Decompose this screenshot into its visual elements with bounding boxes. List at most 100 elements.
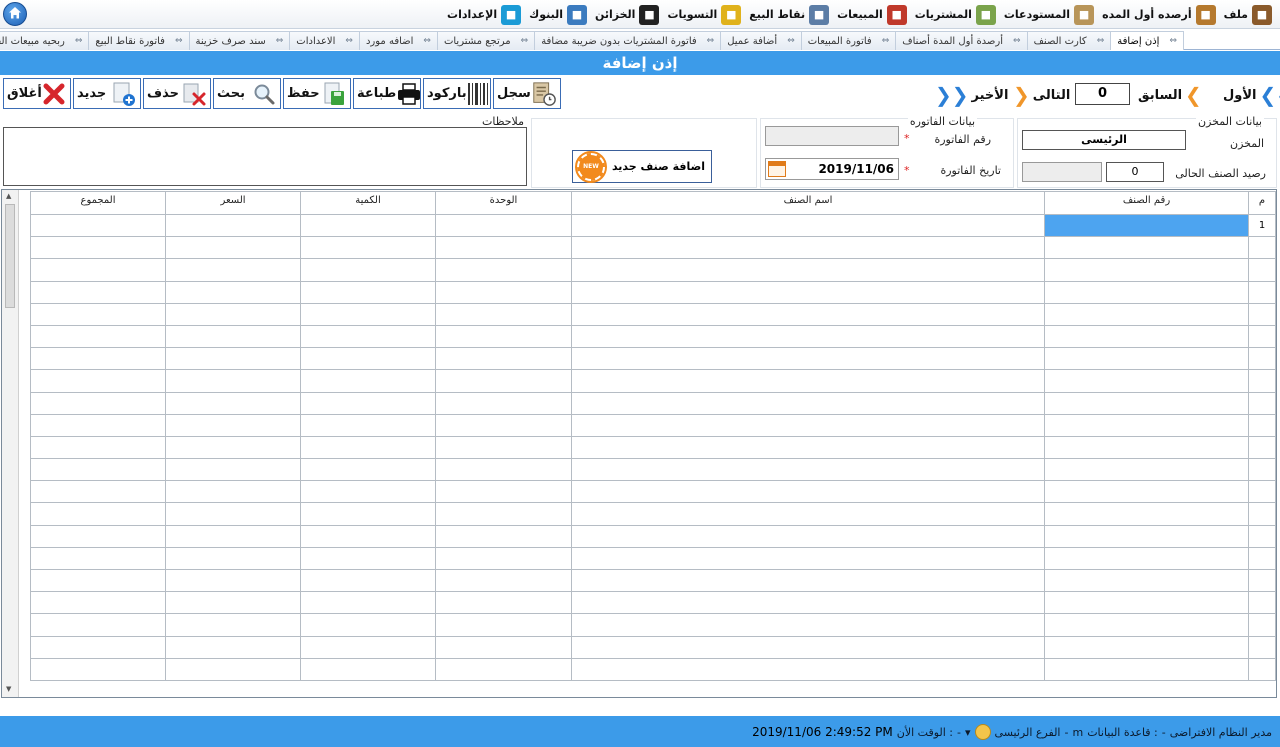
table-cell[interactable]: [435, 258, 572, 282]
row-number-cell[interactable]: [1248, 324, 1276, 349]
table-cell[interactable]: [1044, 236, 1249, 260]
menu-item-0[interactable]: ■ ملف: [1224, 4, 1272, 25]
tab-pin-icon[interactable]: ⇔: [1169, 36, 1177, 46]
table-cell[interactable]: [300, 369, 436, 393]
tab-pin-icon[interactable]: ⇔: [175, 36, 183, 46]
tab-8[interactable]: ⇔ الاعدادات: [289, 31, 360, 50]
row-number-cell[interactable]: 1: [1248, 213, 1276, 238]
table-row[interactable]: [30, 280, 1276, 304]
table-row[interactable]: 1: [30, 213, 1276, 238]
table-cell[interactable]: [165, 635, 301, 659]
row-number-cell[interactable]: [1248, 613, 1276, 637]
table-cell[interactable]: [571, 458, 1045, 482]
row-number-cell[interactable]: [1248, 657, 1276, 681]
table-cell[interactable]: [300, 657, 436, 681]
table-cell[interactable]: [571, 657, 1045, 681]
table-cell[interactable]: [435, 369, 572, 393]
table-cell[interactable]: [1044, 302, 1249, 326]
tab-pin-icon[interactable]: ⇔: [707, 36, 715, 46]
table-cell[interactable]: [571, 302, 1045, 326]
tab-9[interactable]: ⇔ سند صرف خزينة: [188, 31, 291, 50]
scroll-down-icon[interactable]: ▼: [6, 685, 11, 693]
nav-last-button[interactable]: ❯❯ الأخير: [935, 81, 1008, 109]
table-cell[interactable]: [571, 280, 1045, 304]
table-cell[interactable]: [30, 524, 166, 548]
table-row[interactable]: [30, 502, 1276, 526]
add-new-item-button[interactable]: NEW اضافة صنف جديد: [572, 150, 712, 183]
column-header[interactable]: الوحدة: [435, 191, 572, 215]
nav-first-button[interactable]: الأول ❮❮: [1223, 81, 1280, 109]
table-row[interactable]: [30, 657, 1276, 681]
tab-4[interactable]: ⇔ أضافة عميل: [720, 31, 802, 50]
table-row[interactable]: [30, 347, 1276, 371]
table-cell[interactable]: [165, 591, 301, 615]
table-cell[interactable]: [30, 635, 166, 659]
tab-3[interactable]: ⇔ فاتورة المبيعات: [800, 31, 897, 50]
row-number-cell[interactable]: [1248, 391, 1276, 415]
table-cell[interactable]: [30, 458, 166, 482]
table-cell[interactable]: [300, 302, 436, 326]
column-header[interactable]: رقم الصنف: [1044, 191, 1249, 215]
invoice-number-field[interactable]: [765, 126, 899, 146]
tab-pin-icon[interactable]: ⇔: [521, 36, 529, 46]
log-button[interactable]: سجل: [493, 78, 561, 109]
table-cell[interactable]: [30, 613, 166, 637]
tab-5[interactable]: ⇔ فاتورة المشتريات بدون ضريبة مضافة: [534, 31, 722, 50]
table-cell[interactable]: [571, 369, 1045, 393]
tab-6[interactable]: ⇔ مرتجع مشتريات: [436, 31, 536, 50]
table-cell[interactable]: [300, 391, 436, 415]
table-cell[interactable]: [1044, 546, 1249, 571]
table-cell[interactable]: [300, 502, 436, 526]
table-cell[interactable]: [435, 435, 572, 460]
table-cell[interactable]: [165, 258, 301, 282]
table-cell[interactable]: [300, 280, 436, 304]
table-cell[interactable]: [571, 324, 1045, 349]
table-cell[interactable]: [300, 480, 436, 504]
column-header[interactable]: م: [1248, 191, 1276, 215]
table-row[interactable]: [30, 391, 1276, 415]
table-cell[interactable]: [571, 591, 1045, 615]
user-avatar-icon[interactable]: [974, 724, 991, 740]
table-cell[interactable]: [300, 324, 436, 349]
table-cell[interactable]: [300, 435, 436, 460]
menu-item-4[interactable]: ■ المبيعات: [837, 4, 907, 25]
table-cell[interactable]: [300, 591, 436, 615]
nav-prev-button[interactable]: السابق ❮: [1138, 81, 1202, 109]
menu-item-9[interactable]: ■ الإعدادات: [447, 4, 522, 25]
table-cell[interactable]: [165, 213, 301, 238]
table-cell[interactable]: [165, 458, 301, 482]
tab-pin-icon[interactable]: ⇔: [1097, 36, 1105, 46]
print-button[interactable]: طباعة: [353, 78, 421, 109]
column-header[interactable]: الكمية: [300, 191, 436, 215]
tab-7[interactable]: ⇔ اضافه مورد: [358, 31, 438, 50]
tab-pin-icon[interactable]: ⇔: [882, 36, 890, 46]
table-cell[interactable]: [435, 236, 572, 260]
table-cell[interactable]: [1044, 480, 1249, 504]
row-number-cell[interactable]: [1248, 413, 1276, 437]
menu-item-5[interactable]: ■ نقاط البيع: [749, 4, 830, 25]
table-row[interactable]: [30, 458, 1276, 482]
barcode-button[interactable]: باركود: [423, 78, 491, 109]
table-cell[interactable]: [300, 613, 436, 637]
table-cell[interactable]: [571, 213, 1045, 238]
table-cell[interactable]: [1044, 324, 1249, 349]
row-number-cell[interactable]: [1248, 369, 1276, 393]
save-button[interactable]: حفظ: [283, 78, 351, 109]
table-cell[interactable]: [165, 613, 301, 637]
table-cell[interactable]: [300, 413, 436, 437]
table-row[interactable]: [30, 324, 1276, 349]
table-row[interactable]: [30, 524, 1276, 548]
table-row[interactable]: [30, 258, 1276, 282]
grid-vertical-scrollbar[interactable]: ▲ ▼: [2, 190, 19, 697]
menu-item-3[interactable]: ■ المشتريات: [915, 4, 996, 25]
table-cell[interactable]: [165, 280, 301, 304]
menu-item-7[interactable]: ■ الخزائن: [595, 4, 660, 25]
tab-pin-icon[interactable]: ⇔: [787, 36, 795, 46]
table-cell[interactable]: [435, 546, 572, 571]
table-row[interactable]: [30, 546, 1276, 571]
table-row[interactable]: [30, 369, 1276, 393]
nav-next-button[interactable]: ❯ التالى: [1013, 81, 1070, 109]
table-row[interactable]: [30, 236, 1276, 260]
table-cell[interactable]: [1044, 391, 1249, 415]
table-cell[interactable]: [165, 546, 301, 571]
